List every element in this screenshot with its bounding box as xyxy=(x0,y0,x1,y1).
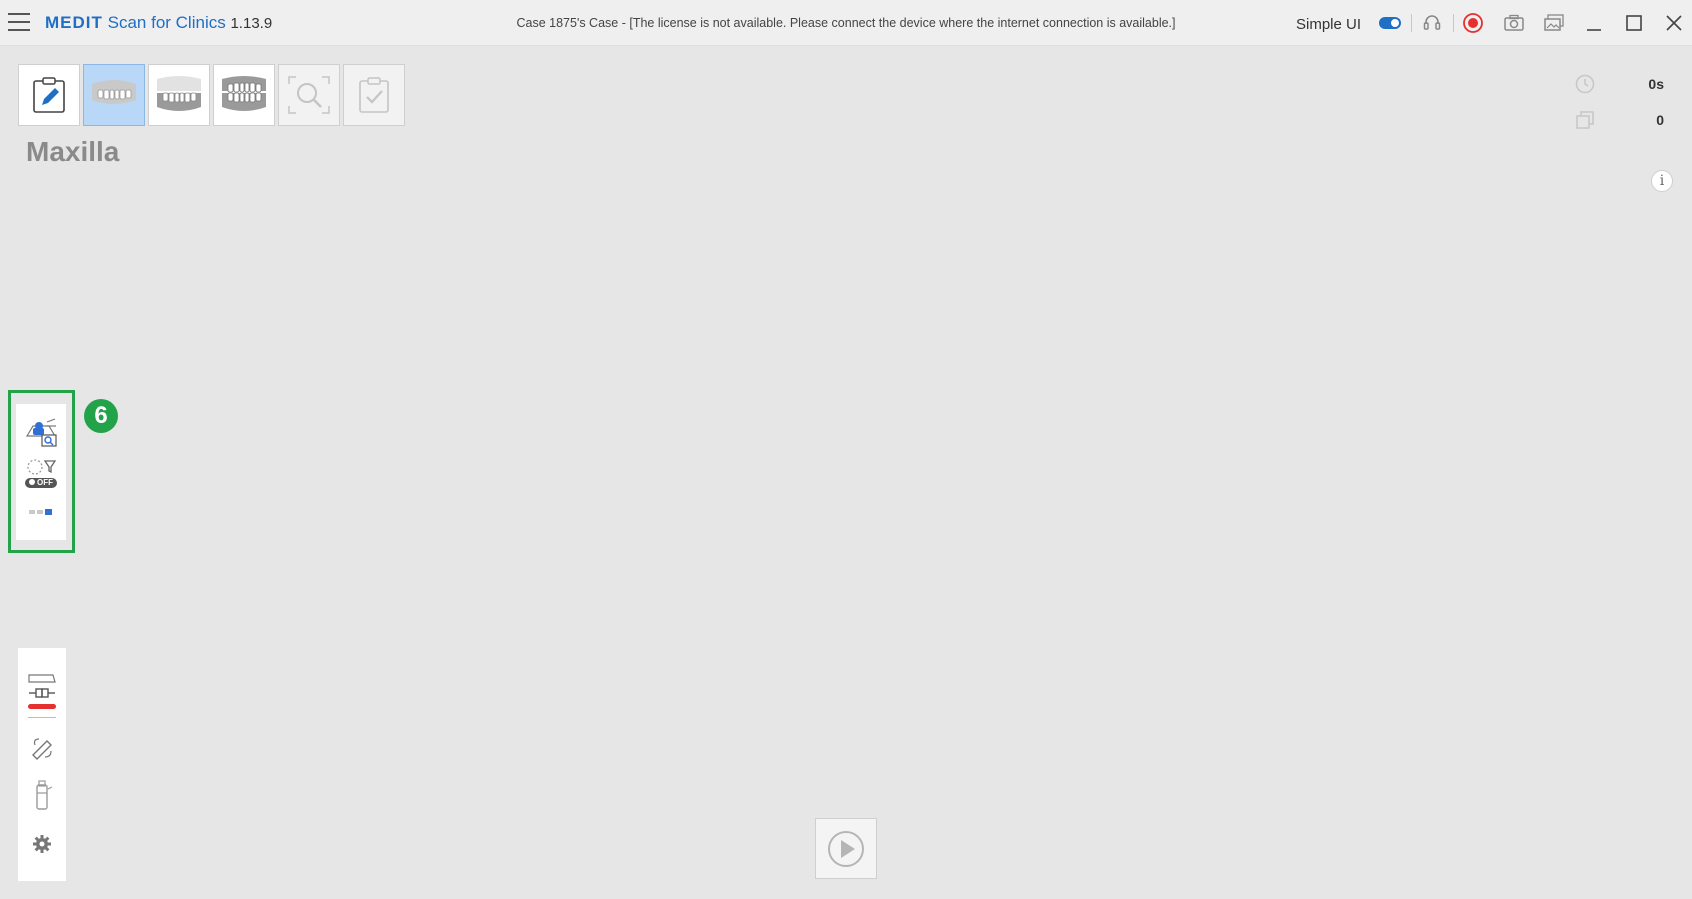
clipboard-check-icon xyxy=(359,77,389,113)
stage-mandible[interactable] xyxy=(148,64,210,126)
off-label: OFF xyxy=(37,477,53,487)
shot-count-value: 0 xyxy=(1656,112,1664,128)
filter-toggle[interactable]: OFF xyxy=(21,452,61,492)
stage-complete[interactable] xyxy=(343,64,405,126)
stage-occlusion[interactable] xyxy=(213,64,275,126)
divider xyxy=(1453,14,1454,32)
scan-time: 0s xyxy=(1574,73,1664,95)
headset-icon[interactable] xyxy=(1421,12,1443,34)
gallery-icon[interactable] xyxy=(1543,12,1565,34)
connection-icon xyxy=(29,688,55,698)
scanner-tip-icon xyxy=(28,674,56,683)
simple-ui-toggle[interactable] xyxy=(1379,17,1401,29)
clock-icon xyxy=(1575,74,1595,94)
simple-ui-label: Simple UI xyxy=(1296,16,1362,33)
calibration-icon[interactable] xyxy=(22,728,62,768)
app-title: MEDIT Scan for Clinics 1.13.9 xyxy=(45,13,272,33)
filter-icon xyxy=(27,458,57,475)
record-icon[interactable] xyxy=(1462,12,1484,34)
play-button[interactable] xyxy=(815,818,877,879)
brand-name: MEDIT xyxy=(45,13,103,32)
divider xyxy=(28,717,56,718)
maxilla-icon xyxy=(92,80,136,104)
clipboard-edit-icon xyxy=(33,77,65,113)
product-name: Scan for Clinics xyxy=(107,13,226,32)
close-icon[interactable] xyxy=(1663,12,1685,34)
stage-title: Maxilla xyxy=(26,136,120,167)
scan-mode-icon[interactable] xyxy=(21,492,61,532)
title-bar: MEDIT Scan for Clinics 1.13.9 Case 1875'… xyxy=(0,0,1692,46)
play-icon xyxy=(828,830,864,867)
stage-maxilla[interactable] xyxy=(83,64,145,126)
copy-count-icon xyxy=(1576,111,1594,129)
stage-toolbar xyxy=(18,64,405,126)
case-title: Case 1875's Case - [The license is not a… xyxy=(516,16,1176,30)
minimize-icon[interactable] xyxy=(1583,12,1605,34)
scan-time-value: 0s xyxy=(1648,76,1664,92)
step-badge: 6 xyxy=(84,399,118,433)
scanner-status xyxy=(22,672,62,718)
magnify-scan-icon xyxy=(288,76,330,114)
disconnected-indicator xyxy=(28,704,56,709)
occlusion-icon xyxy=(222,76,266,111)
stage-analysis[interactable] xyxy=(278,64,340,126)
info-icon[interactable]: i xyxy=(1651,170,1673,192)
stage-case-form[interactable] xyxy=(18,64,80,126)
settings-icon[interactable] xyxy=(22,824,62,864)
scan-filter-panel: OFF xyxy=(16,404,66,540)
shot-count: 0 xyxy=(1574,109,1664,131)
maximize-icon[interactable] xyxy=(1623,12,1645,34)
app-version: 1.13.9 xyxy=(230,15,273,32)
mandible-icon xyxy=(157,76,201,111)
off-badge: OFF xyxy=(25,477,57,488)
divider xyxy=(1411,14,1412,32)
menu-icon[interactable] xyxy=(8,13,30,31)
ai-scan-filter-icon[interactable] xyxy=(21,412,61,452)
device-panel xyxy=(18,648,66,881)
scanner-device-icon[interactable] xyxy=(22,776,62,816)
camera-icon[interactable] xyxy=(1503,12,1525,34)
